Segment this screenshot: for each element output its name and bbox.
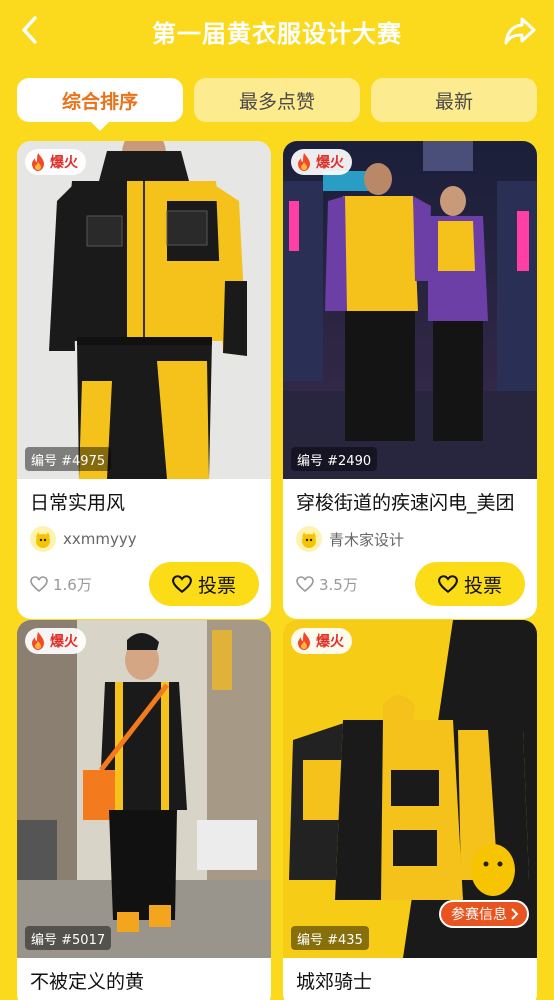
share-icon [504, 17, 536, 45]
flame-icon [298, 153, 310, 171]
heart-icon [438, 575, 458, 593]
heart-icon [296, 576, 314, 592]
hot-badge: 爆火 [291, 628, 352, 654]
entry-card[interactable]: 爆火 编号 #4975 日常实用风 xxmmyyy 1.6万 投票 [17, 141, 271, 619]
entry-title: 不被定义的黄 [30, 971, 145, 993]
header-bar: 第一届黄衣服设计大赛 [0, 0, 554, 62]
entry-title: 城郊骑士 [296, 971, 373, 993]
serial-number: 编号 #435 [291, 926, 369, 950]
hot-label: 爆火 [316, 634, 344, 650]
vote-label: 投票 [463, 574, 502, 597]
hot-badge: 爆火 [25, 149, 86, 175]
like-count-text: 3.5万 [319, 575, 358, 594]
author-name: xxmmyyy [63, 530, 137, 548]
avatar [30, 526, 56, 552]
like-count[interactable]: 1.6万 [30, 574, 92, 595]
flame-icon [32, 632, 44, 650]
contest-info-label: 参赛信息 [451, 907, 507, 923]
flame-icon [298, 632, 310, 650]
sort-tabs: 综合排序 最多点赞 最新 [17, 78, 537, 131]
serial-number: 编号 #4975 [25, 447, 112, 471]
hot-label: 爆火 [316, 155, 344, 171]
author-name: 青木家设计 [329, 530, 405, 549]
vote-button[interactable]: 投票 [415, 562, 525, 606]
entry-card[interactable]: 爆火 编号 #2490 穿梭街道的疾速闪电_美团 青木家设计 3.5万 投票 [283, 141, 537, 619]
serial-number: 编号 #2490 [291, 447, 378, 471]
avatar [296, 526, 322, 552]
cyberpunk-street-illustration [283, 141, 537, 479]
tab-newest[interactable]: 最新 [371, 78, 537, 122]
entry-title: 穿梭街道的疾速闪电_美团 [296, 492, 515, 514]
entry-image[interactable]: 爆火 编号 #435 参赛信息 [283, 620, 537, 958]
hot-label: 爆火 [50, 634, 78, 650]
entry-card[interactable]: 爆火 编号 #435 参赛信息 城郊骑士 [283, 620, 537, 1000]
contest-info-button[interactable]: 参赛信息 [439, 900, 529, 928]
chevron-right-icon [511, 908, 519, 920]
tab-comprehensive[interactable]: 综合排序 [17, 78, 183, 131]
heart-icon [30, 576, 48, 592]
hot-label: 爆火 [50, 155, 78, 171]
page-title: 第一届黄衣服设计大赛 [152, 19, 402, 48]
serial-number: 编号 #5017 [25, 926, 112, 950]
vote-label: 投票 [197, 574, 236, 597]
hot-badge: 爆火 [25, 628, 86, 654]
jacket-illustration [17, 141, 271, 479]
entry-image[interactable]: 爆火 编号 #4975 [17, 141, 271, 479]
tab-most-liked[interactable]: 最多点赞 [194, 78, 360, 122]
entry-title: 日常实用风 [30, 492, 126, 514]
back-arrow-icon [22, 16, 37, 44]
like-count-text: 1.6万 [53, 575, 92, 594]
vote-button[interactable]: 投票 [149, 562, 259, 606]
like-count[interactable]: 3.5万 [296, 574, 358, 595]
street-model-illustration [17, 620, 271, 958]
entry-image[interactable]: 爆火 编号 #5017 [17, 620, 271, 958]
flame-icon [32, 153, 44, 171]
hot-badge: 爆火 [291, 149, 352, 175]
entry-card[interactable]: 爆火 编号 #5017 不被定义的黄 [17, 620, 271, 1000]
back-button[interactable] [14, 14, 46, 46]
author-row[interactable]: xxmmyyy [30, 525, 259, 553]
author-row[interactable]: 青木家设计 [296, 525, 525, 553]
entry-image[interactable]: 爆火 编号 #2490 [283, 141, 537, 479]
heart-icon [172, 575, 192, 593]
share-button[interactable] [502, 14, 538, 48]
